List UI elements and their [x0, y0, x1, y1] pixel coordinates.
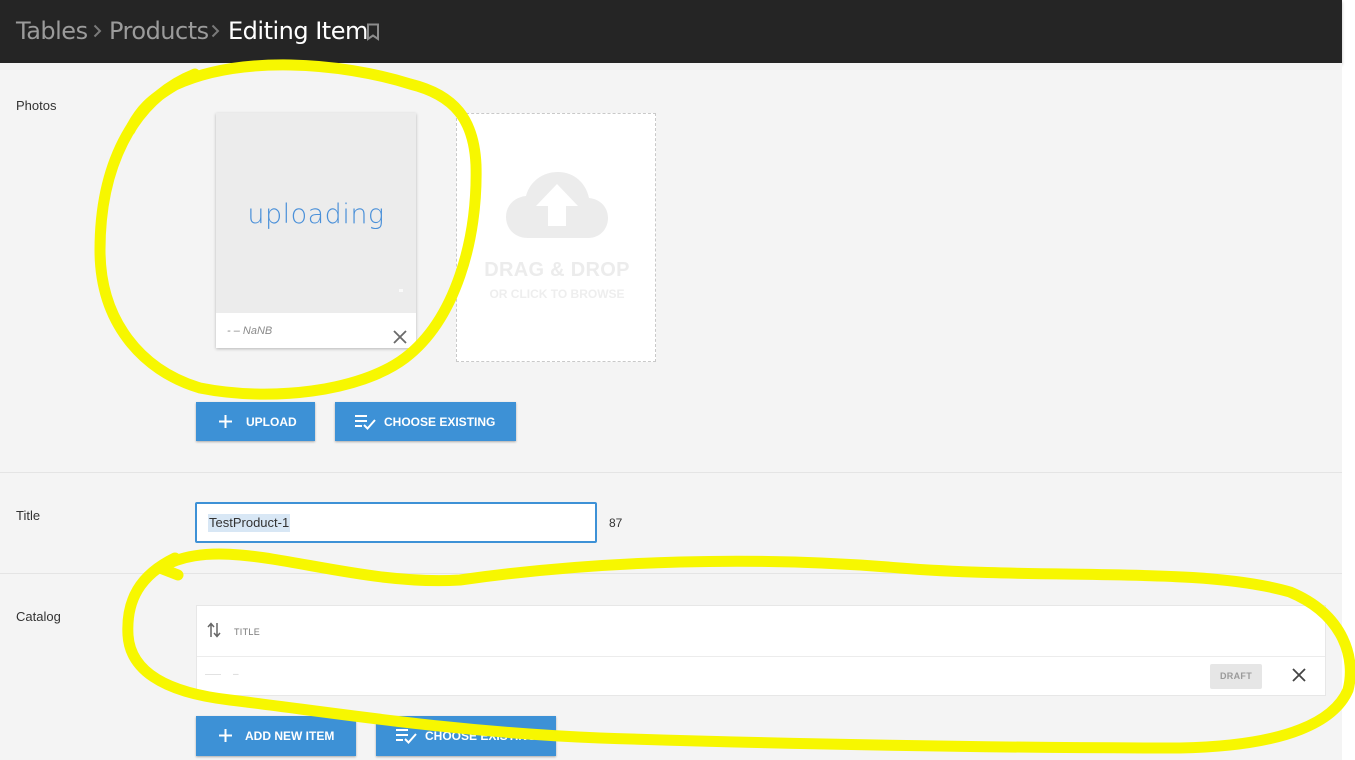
page-title: Editing Item: [228, 17, 368, 45]
divider: [0, 573, 1342, 574]
breadcrumb-products[interactable]: Products: [109, 16, 209, 46]
chevron-right-icon: [93, 24, 102, 38]
breadcrumb-tables[interactable]: Tables: [16, 16, 88, 46]
close-icon[interactable]: [392, 329, 408, 345]
photo-meta: - – NaNB: [227, 325, 273, 337]
catalog-label: Catalog: [16, 609, 61, 624]
uploading-status: uploading: [247, 199, 385, 230]
photo-dropzone[interactable]: DRAG & DROP OR CLICK TO BROWSE: [456, 113, 656, 362]
top-bar: Tables Products Editing Item: [0, 0, 1342, 63]
chevron-right-icon: [211, 24, 220, 38]
status-badge: DRAFT: [1210, 664, 1262, 689]
dropzone-title: DRAG & DROP: [484, 259, 630, 281]
sort-icon[interactable]: [207, 622, 221, 638]
divider: [0, 472, 1342, 473]
photo-item[interactable]: uploading - – NaNB: [216, 113, 416, 348]
thumbnail-placeholder: [205, 674, 221, 675]
close-icon[interactable]: [1291, 667, 1307, 683]
plus-icon: [219, 415, 232, 428]
progress-dot: [399, 289, 403, 292]
title-char-count: 87: [609, 516, 623, 530]
choose-existing-catalog-button[interactable]: CHOOSE EXISTING: [376, 716, 556, 756]
choose-existing-catalog-label: CHOOSE EXISTING: [425, 729, 537, 743]
cloud-upload-icon: [506, 172, 608, 238]
photos-label: Photos: [16, 98, 57, 113]
add-new-item-label: ADD NEW ITEM: [245, 729, 335, 743]
column-header-title[interactable]: TITLE: [234, 627, 260, 637]
playlist-check-icon: [355, 415, 376, 430]
title-input-value: TestProduct-1: [208, 514, 291, 532]
header-divider: [197, 656, 1325, 657]
choose-existing-photos-label: CHOOSE EXISTING: [384, 415, 496, 429]
title-label: Title: [16, 508, 41, 523]
catalog-table: TITLE – DRAFT: [196, 605, 1326, 696]
choose-existing-photos-button[interactable]: CHOOSE EXISTING: [335, 402, 516, 441]
page: Tables Products Editing Item Photos uplo…: [0, 0, 1355, 760]
row-title: –: [233, 669, 239, 680]
upload-button[interactable]: UPLOAD: [196, 402, 315, 441]
add-new-item-button[interactable]: ADD NEW ITEM: [196, 716, 356, 756]
upload-button-label: UPLOAD: [246, 415, 297, 429]
plus-icon: [219, 729, 232, 742]
photo-preview: uploading: [216, 113, 416, 313]
bookmark-icon[interactable]: [366, 23, 380, 41]
dropzone-subtitle: OR CLICK TO BROWSE: [489, 287, 625, 301]
playlist-check-icon: [396, 729, 417, 744]
